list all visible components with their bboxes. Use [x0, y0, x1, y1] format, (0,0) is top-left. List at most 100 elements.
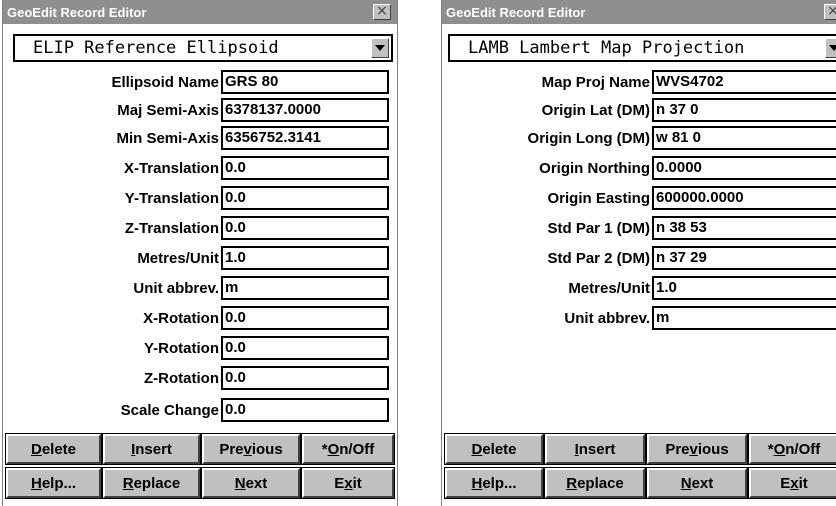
button-label: ious — [251, 440, 283, 458]
field-row: Maj Semi-Axis 6378137.0000 — [3, 98, 389, 122]
field-row: Min Semi-Axis 6356752.3141 — [3, 126, 389, 150]
button-label: n/Off — [785, 440, 821, 458]
exit-button[interactable]: Ex it — [301, 467, 395, 499]
button-label: it — [352, 474, 362, 492]
replace-button[interactable]: Replace — [102, 467, 201, 499]
mnemonic: v — [243, 440, 252, 458]
record-type-value: LAMB Lambert Map Projection — [468, 38, 745, 58]
unit-abbrev-field[interactable]: m — [652, 306, 836, 330]
mnemonic: x — [790, 474, 799, 492]
button-label: n/Off — [339, 440, 375, 458]
field-label: Z-Translation — [124, 219, 219, 237]
button-label: ext — [691, 474, 714, 492]
field-label: Metres/Unit — [137, 249, 219, 267]
origin-long-field[interactable]: w 81 0 — [652, 126, 836, 150]
record-type-select[interactable]: ELIP Reference Ellipsoid — [13, 34, 393, 62]
mnemonic: H — [30, 474, 42, 492]
y-rotation-field[interactable]: 0.0 — [221, 336, 389, 360]
title-bar: GeoEdit Record Editor × — [442, 0, 836, 24]
field-label: Y-Translation — [124, 189, 219, 207]
next-button[interactable]: Next — [646, 467, 748, 499]
delete-button[interactable]: Delete — [444, 433, 544, 465]
button-label: Pre — [665, 440, 690, 458]
exit-button[interactable]: Ex it — [748, 467, 836, 499]
mnemonic: N — [234, 474, 246, 492]
field-label: Min Semi-Axis — [116, 129, 219, 147]
button-label: Pre — [219, 440, 244, 458]
std-par-1-field[interactable]: n 38 53 — [652, 216, 836, 240]
maj-semi-axis-field[interactable]: 6378137.0000 — [221, 98, 389, 122]
map-proj-name-field[interactable]: WVS4702 — [652, 70, 836, 94]
field-row: Std Par 1 (DM) n 38 53 — [442, 216, 836, 240]
field-label: Origin Northing — [539, 159, 650, 177]
field-label: Scale Change — [120, 401, 219, 419]
mnemonic: N — [680, 474, 692, 492]
close-icon[interactable]: × — [824, 4, 836, 20]
button-label: elp... — [482, 474, 517, 492]
mnemonic: H — [471, 474, 483, 492]
field-label: X-Translation — [123, 159, 219, 177]
close-icon[interactable]: × — [373, 4, 391, 20]
on-off-button[interactable]: * On/Off — [748, 433, 836, 465]
next-button[interactable]: Next — [201, 467, 301, 499]
chevron-down-icon[interactable] — [371, 38, 389, 58]
field-label: Std Par 2 (DM) — [547, 249, 650, 267]
button-label: it — [798, 474, 808, 492]
button-label: nsert — [135, 440, 172, 458]
record-type-select[interactable]: LAMB Lambert Map Projection — [448, 34, 836, 62]
field-row: Origin Lat (DM) n 37 0 — [442, 98, 836, 122]
help-button[interactable]: Help... — [5, 467, 102, 499]
field-label: Origin Lat (DM) — [541, 101, 650, 119]
button-label: E — [780, 474, 791, 492]
button-label: E — [334, 474, 345, 492]
metres-per-unit-field[interactable]: 1.0 — [652, 276, 836, 300]
insert-button[interactable]: Insert — [102, 433, 201, 465]
mnemonic: R — [122, 474, 134, 492]
mnemonic: R — [566, 474, 578, 492]
x-rotation-field[interactable]: 0.0 — [221, 306, 389, 330]
unit-abbrev-field[interactable]: m — [221, 276, 389, 300]
origin-lat-field[interactable]: n 37 0 — [652, 98, 836, 122]
x-translation-field[interactable]: 0.0 — [221, 156, 389, 180]
field-label: X-Rotation — [143, 309, 219, 327]
help-button[interactable]: Help... — [444, 467, 544, 499]
z-translation-field[interactable]: 0.0 — [221, 216, 389, 240]
field-row: Metres/Unit 1.0 — [3, 246, 389, 270]
previous-button[interactable]: Pre v ious — [201, 433, 301, 465]
window-title: GeoEdit Record Editor — [446, 4, 586, 20]
scale-change-field[interactable]: 0.0 — [221, 398, 389, 422]
on-off-button[interactable]: * On/Off — [301, 433, 395, 465]
mnemonic: v — [689, 440, 698, 458]
window-title: GeoEdit Record Editor — [7, 4, 147, 20]
metres-per-unit-field[interactable]: 1.0 — [221, 246, 389, 270]
ellipsoid-name-field[interactable]: GRS 80 — [221, 70, 389, 94]
field-row: Ellipsoid Name GRS 80 — [3, 70, 389, 94]
field-label: Maj Semi-Axis — [117, 101, 219, 119]
delete-button[interactable]: Delete — [5, 433, 102, 465]
chevron-down-icon[interactable] — [825, 38, 836, 58]
button-label: nsert — [578, 440, 616, 458]
field-row: Z-Translation 0.0 — [3, 216, 389, 240]
field-row: Map Proj Name WVS4702 — [442, 70, 836, 94]
field-row: Unit abbrev. m — [3, 276, 389, 300]
mnemonic: O — [327, 440, 340, 458]
min-semi-axis-field[interactable]: 6356752.3141 — [221, 126, 389, 150]
previous-button[interactable]: Pre v ious — [646, 433, 748, 465]
button-label: elete — [482, 440, 517, 458]
field-row: Y-Translation 0.0 — [3, 186, 389, 210]
origin-northing-field[interactable]: 0.0000 — [652, 156, 836, 180]
y-translation-field[interactable]: 0.0 — [221, 186, 389, 210]
ellipsoid-editor-window: GeoEdit Record Editor × ELIP Reference E… — [2, 0, 398, 506]
field-row: Origin Easting 600000.0000 — [442, 186, 836, 210]
field-label: Y-Rotation — [144, 339, 219, 357]
field-label: Unit abbrev. — [133, 279, 219, 297]
origin-easting-field[interactable]: 600000.0000 — [652, 186, 836, 210]
replace-button[interactable]: Replace — [544, 467, 646, 499]
field-label: Std Par 1 (DM) — [547, 219, 650, 237]
insert-button[interactable]: Insert — [544, 433, 646, 465]
title-bar: GeoEdit Record Editor × — [3, 0, 397, 24]
field-row: Origin Northing 0.0000 — [442, 156, 836, 180]
std-par-2-field[interactable]: n 37 29 — [652, 246, 836, 270]
field-row: Metres/Unit 1.0 — [442, 276, 836, 300]
z-rotation-field[interactable]: 0.0 — [221, 366, 389, 390]
